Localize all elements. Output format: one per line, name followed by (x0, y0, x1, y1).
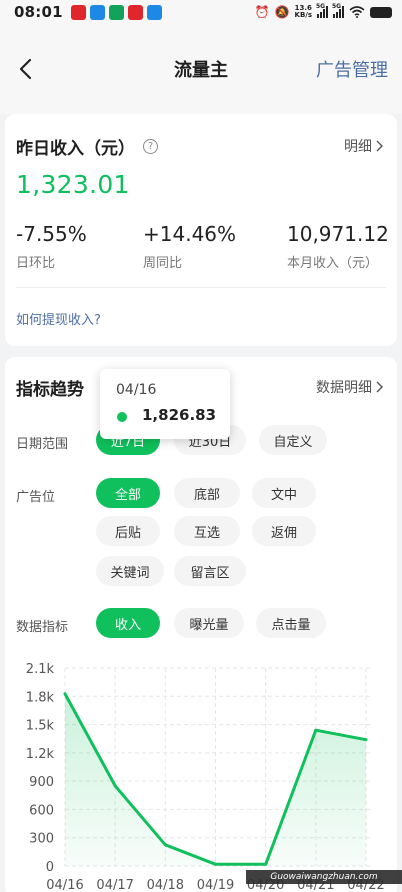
stat-label: 日环比 (16, 256, 56, 271)
stat-month-income: 10,971.12 本月收入（元） (287, 222, 389, 271)
chip-ad-keyword[interactable]: 关键词 (96, 556, 164, 586)
withdraw-help-link[interactable]: 如何提现收入? (16, 309, 101, 328)
status-time: 08:01 (14, 3, 63, 21)
chip-metric-income[interactable]: 收入 (96, 608, 160, 638)
income-card: 昨日收入（元） ? 明细 1,323.01 -7.55% 日环比 +14.46%… (5, 114, 397, 346)
chevron-right-icon (376, 381, 383, 393)
divider (16, 287, 386, 288)
stat-label: 周同比 (143, 256, 183, 271)
chip-ad-comment[interactable]: 留言区 (174, 556, 246, 586)
app-notification-icon (127, 4, 143, 20)
signal-icon: 5G (316, 3, 328, 18)
alarm-icon: ⏰ (254, 5, 270, 19)
chip-ad-all[interactable]: 全部 (96, 478, 160, 508)
chip-date-custom[interactable]: 自定义 (259, 425, 327, 455)
chart-tooltip: 04/16 1,826.83 (100, 369, 230, 439)
app-notification-icon (89, 4, 105, 20)
tooltip-date: 04/16 (116, 382, 157, 398)
chip-ad-bottom[interactable]: 底部 (174, 478, 240, 508)
stat-value: 10,971.12 (287, 222, 389, 246)
date-range-label: 日期范围 (16, 437, 69, 452)
app-notification-icon (108, 4, 124, 20)
ad-management-link[interactable]: 广告管理 (316, 56, 388, 82)
chip-ad-mutual[interactable]: 互选 (174, 516, 240, 546)
app-notification-icon (146, 4, 162, 20)
stat-week-over-week: +14.46% 周同比 (143, 222, 236, 271)
signal-icon: 5G (332, 3, 344, 18)
ad-position-label: 广告位 (16, 490, 56, 505)
tooltip-value: 1,826.83 (142, 406, 217, 424)
income-title: 昨日收入（元） ? (16, 134, 158, 159)
income-detail-link[interactable]: 明细 (344, 136, 383, 156)
stat-day-over-day: -7.55% 日环比 (16, 222, 87, 271)
notification-icons (70, 4, 162, 20)
income-amount: 1,323.01 (16, 170, 130, 199)
stat-value: -7.55% (16, 222, 87, 246)
chip-ad-inline[interactable]: 文中 (252, 478, 316, 508)
data-detail-link[interactable]: 数据明细 (316, 377, 383, 397)
chip-metric-impressions[interactable]: 曝光量 (174, 608, 244, 638)
mute-icon: 🔕 (274, 5, 290, 19)
wifi-icon (349, 6, 365, 18)
net-speed: 13.6 KB/s (294, 4, 312, 19)
app-notification-icon (70, 4, 86, 20)
metric-label: 数据指标 (16, 620, 69, 635)
battery-icon (370, 6, 392, 18)
watermark: Guowaiwangzhuan.com (246, 870, 402, 884)
chevron-right-icon (376, 140, 383, 152)
help-icon[interactable]: ? (143, 139, 158, 154)
chip-ad-postroll[interactable]: 后贴 (96, 516, 160, 546)
tooltip-legend-dot (117, 412, 127, 422)
chip-metric-clicks[interactable]: 点击量 (256, 608, 326, 638)
stat-label: 本月收入（元） (287, 256, 379, 271)
trend-title: 指标趋势 (16, 380, 84, 400)
stat-value: +14.46% (143, 222, 237, 246)
nav-bar: 流量主 广告管理 (0, 24, 402, 114)
status-bar: 08:01 ⏰ 🔕 13.6 KB/s 5G 5G (0, 0, 402, 24)
status-right: ⏰ 🔕 13.6 KB/s 5G 5G (254, 3, 392, 19)
chip-ad-rebate[interactable]: 返佣 (252, 516, 316, 546)
